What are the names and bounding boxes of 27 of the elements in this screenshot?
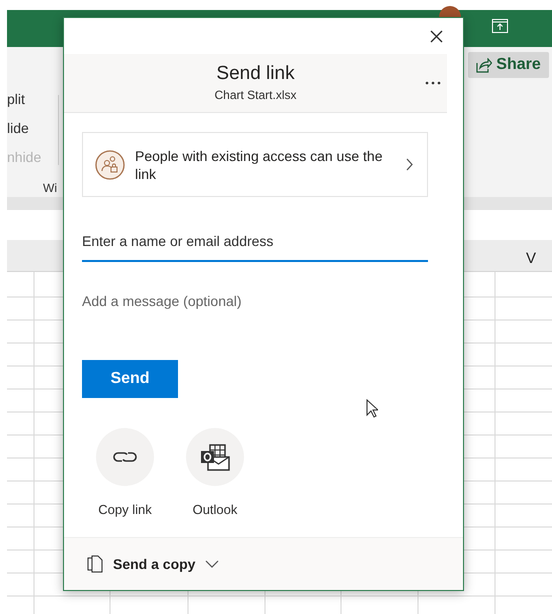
mouse-cursor-icon (366, 399, 378, 418)
outlook-button[interactable]: Outlook (184, 428, 246, 520)
close-icon[interactable] (430, 30, 443, 42)
ribbon-command[interactable]: lide (7, 119, 42, 138)
share-icon (476, 58, 492, 72)
more-icon[interactable] (425, 81, 441, 85)
people-lock-icon (95, 150, 125, 180)
chevron-down-icon (205, 560, 220, 568)
send-copy-button[interactable]: Send a copy (64, 537, 463, 590)
link-settings-card[interactable]: People with existing access can use the link (82, 132, 428, 197)
share-button[interactable]: Share (468, 52, 549, 78)
recipient-field[interactable]: Enter a name or email address (82, 222, 428, 262)
copy-icon (87, 555, 103, 573)
file-name: Chart Start.xlsx (214, 87, 297, 104)
ribbon-command[interactable]: plit (7, 90, 42, 109)
option-label: Outlook (192, 501, 238, 519)
link-icon (113, 449, 137, 465)
outlook-icon (200, 444, 230, 470)
column-header[interactable]: V (526, 248, 536, 270)
window-icon[interactable] (492, 18, 508, 32)
option-label: Copy link (98, 501, 152, 519)
dialog-title: Send link (216, 62, 295, 86)
copy-link-button[interactable]: Copy link (94, 428, 156, 520)
send-button[interactable]: Send (82, 360, 178, 398)
chevron-right-icon (406, 158, 413, 171)
ribbon-group-label: Wi (43, 180, 57, 197)
message-field[interactable]: Add a message (optional) (82, 282, 428, 320)
